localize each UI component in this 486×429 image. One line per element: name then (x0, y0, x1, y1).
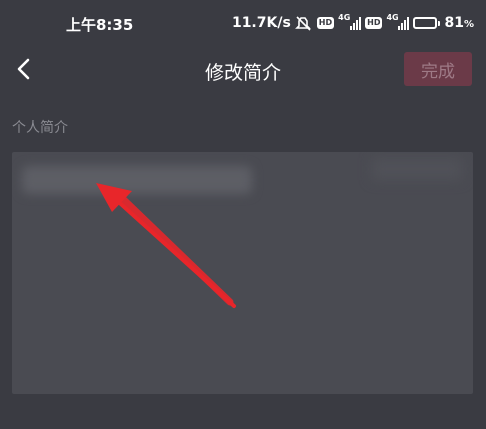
red-arrow-icon (96, 183, 236, 308)
